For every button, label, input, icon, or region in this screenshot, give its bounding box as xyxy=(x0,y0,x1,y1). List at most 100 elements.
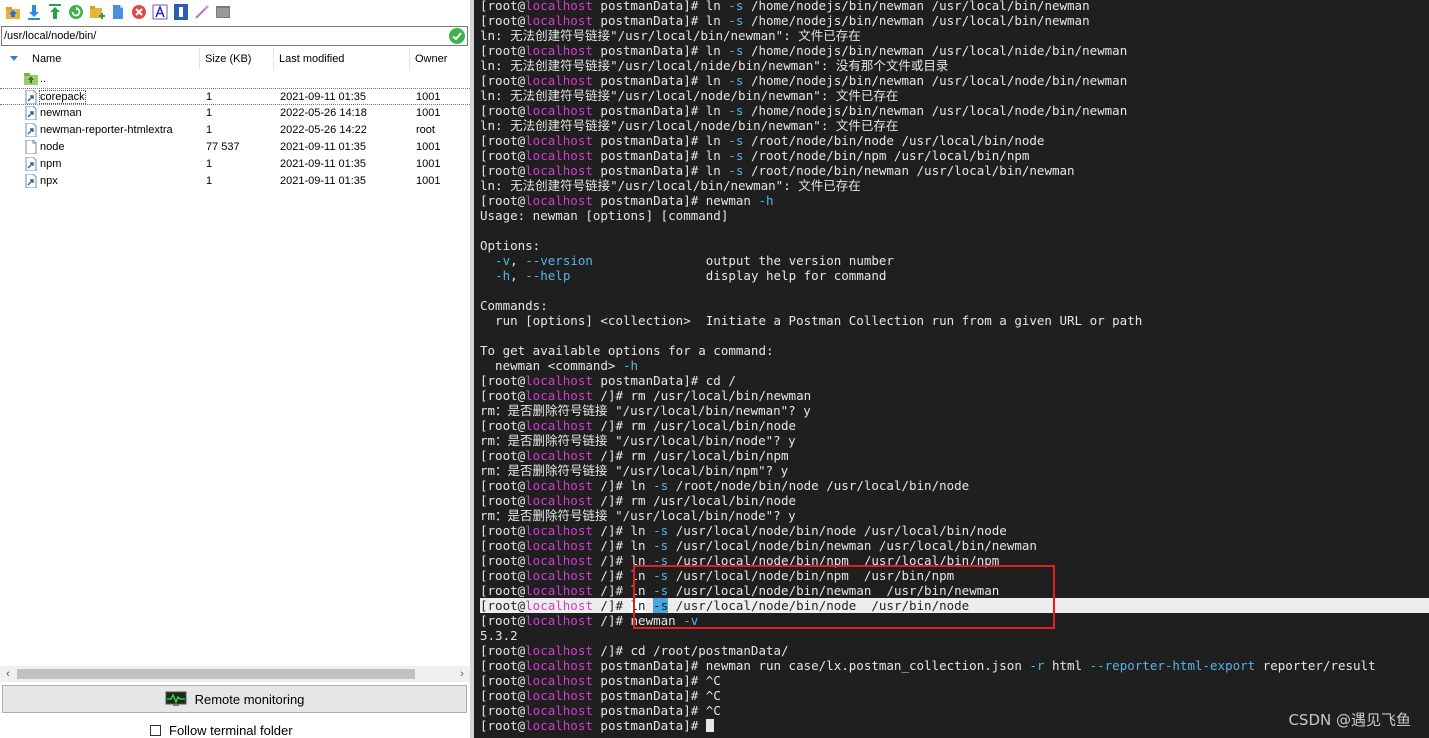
horizontal-scrollbar[interactable]: ‹ › xyxy=(0,666,470,682)
file-row-parent[interactable]: .. xyxy=(0,71,470,88)
terminal-line: rm：是否删除符号链接 "/usr/local/bin/node"? y xyxy=(480,433,1429,448)
terminal-text: [root@ xyxy=(480,43,526,58)
terminal-text: postmanData]# ln xyxy=(592,43,729,58)
terminal-text: [root@ xyxy=(480,448,526,463)
terminal-line: Commands: xyxy=(480,298,1429,313)
terminal-text: postmanData]# ^C xyxy=(592,703,721,718)
cli-flag: --version xyxy=(525,253,593,268)
terminal-line: [root@localhost /]# ln -s /usr/local/nod… xyxy=(480,553,1429,568)
terminal-line: -h, --help display help for command xyxy=(480,268,1429,283)
terminal-text: /]# rm /usr/local/bin/newman xyxy=(592,388,812,403)
terminal-text: /home/nodejs/bin/newman /usr/local/bin/n… xyxy=(743,0,1090,13)
terminal-line: [root@localhost postmanData]# cd / xyxy=(480,373,1429,388)
cli-flag: -h xyxy=(758,193,774,208)
file-list: .. corepack 1 2021-09-11 01:35 1001 newm… xyxy=(0,71,470,661)
terminal-text: /home/nodejs/bin/newman /usr/local/nide/… xyxy=(743,43,1128,58)
file-row-npx[interactable]: npx 1 2021-09-11 01:35 1001 xyxy=(0,173,470,190)
symlink-file-icon xyxy=(25,174,37,188)
terminal-line: To get available options for a command: xyxy=(480,343,1429,358)
scroll-right-icon[interactable]: › xyxy=(456,668,468,680)
terminal-text: postmanData]# ^C xyxy=(592,688,721,703)
terminal-line: [root@localhost postmanData]# ^C xyxy=(480,673,1429,688)
terminal-line: [root@localhost postmanData]# ln -s /hom… xyxy=(480,13,1429,28)
column-owner[interactable]: Owner xyxy=(410,48,470,70)
terminal-text: display help for command xyxy=(570,268,887,283)
file-row-node[interactable]: node 77 537 2021-09-11 01:35 1001 xyxy=(0,139,470,156)
terminal-text: [root@ xyxy=(480,703,526,718)
terminal-line: Options: xyxy=(480,238,1429,253)
terminal-text: [root@ xyxy=(480,598,526,613)
hostname: localhost xyxy=(525,553,593,568)
terminal-line: rm：是否删除符号链接 "/usr/local/bin/npm"? y xyxy=(480,463,1429,478)
hostname: localhost xyxy=(525,373,593,388)
terminal-text: postmanData]# ln xyxy=(592,0,729,13)
properties-icon[interactable] xyxy=(172,3,190,21)
terminal-text: rm：是否删除符号链接 "/usr/local/bin/node"? y xyxy=(480,433,796,448)
file-row-corepack[interactable]: corepack 1 2021-09-11 01:35 1001 xyxy=(0,88,470,105)
terminal-line: [root@localhost /]# ln -s /usr/local/nod… xyxy=(480,583,1429,598)
path-input[interactable] xyxy=(4,28,444,44)
edit-icon[interactable] xyxy=(193,3,211,21)
terminal-text: /root/node/bin/npm /usr/local/bin/npm xyxy=(743,148,1030,163)
upload-icon[interactable] xyxy=(46,3,64,21)
cli-flag: -s xyxy=(728,148,744,163)
terminal-line: ln: 无法创建符号链接"/usr/local/node/bin/newman"… xyxy=(480,118,1429,133)
terminal-text: [root@ xyxy=(480,193,526,208)
scrollbar-thumb[interactable] xyxy=(17,669,415,679)
delete-icon[interactable] xyxy=(130,3,148,21)
terminal-text: postmanData]# ln xyxy=(592,133,729,148)
terminal-line: [root@localhost postmanData]# ln -s /roo… xyxy=(480,148,1429,163)
rename-icon[interactable] xyxy=(151,3,169,21)
download-icon[interactable] xyxy=(25,3,43,21)
cli-flag: -s xyxy=(728,163,744,178)
hostname: localhost xyxy=(525,538,593,553)
file-row-newman[interactable]: newman 1 2022-05-26 14:18 1001 xyxy=(0,105,470,122)
follow-terminal-checkbox[interactable] xyxy=(150,725,161,736)
terminal-text: [root@ xyxy=(480,133,526,148)
go-up-icon[interactable] xyxy=(4,3,22,21)
terminal-text: /]# rm /usr/local/bin/node xyxy=(592,493,797,508)
file-row-npm[interactable]: npm 1 2021-09-11 01:35 1001 xyxy=(0,156,470,173)
terminal-text: reporter/result xyxy=(1255,658,1376,673)
terminal-text: [root@ xyxy=(480,103,526,118)
terminal-text: run [options] <collection> Initiate a Po… xyxy=(480,313,1143,328)
cli-flag: -s xyxy=(653,583,669,598)
hostname: localhost xyxy=(525,43,593,58)
column-name[interactable]: Name xyxy=(0,48,200,70)
terminal-text: [root@ xyxy=(480,643,526,658)
scroll-left-icon[interactable]: ‹ xyxy=(2,668,14,680)
cli-flag: -s xyxy=(728,103,744,118)
column-modified[interactable]: Last modified xyxy=(274,48,410,70)
hostname: localhost xyxy=(525,448,593,463)
hostname: localhost xyxy=(525,523,593,538)
refresh-icon[interactable] xyxy=(67,3,85,21)
terminal-text: /]# ln xyxy=(592,568,654,583)
terminal-line: [root@localhost /]# ln -s /usr/local/nod… xyxy=(480,538,1429,553)
cli-flag: --reporter-html-export xyxy=(1089,658,1256,673)
terminal-text: To get available options for a command: xyxy=(480,343,774,358)
follow-terminal-folder[interactable]: Follow terminal folder xyxy=(150,723,293,738)
column-size[interactable]: Size (KB) xyxy=(200,48,274,70)
terminal-text: [root@ xyxy=(480,718,526,733)
path-confirm-icon[interactable] xyxy=(449,28,465,44)
file-browser-pane: Name Size (KB) Last modified Owner .. co… xyxy=(0,0,470,738)
terminal-pane[interactable]: [root@localhost postmanData]# ln -s /hom… xyxy=(474,0,1429,738)
terminal-text: output the version number xyxy=(592,253,894,268)
new-file-icon[interactable] xyxy=(109,3,127,21)
terminal-line: [root@localhost /]# rm /usr/local/bin/no… xyxy=(480,418,1429,433)
terminal-icon[interactable] xyxy=(214,3,232,21)
new-folder-icon[interactable] xyxy=(88,3,106,21)
terminal-line: newman <command> -h xyxy=(480,358,1429,373)
terminal-text: postmanData]# ^C xyxy=(592,673,721,688)
file-row-newman-reporter-htmlextra[interactable]: newman-reporter-htmlextra 1 2022-05-26 1… xyxy=(0,122,470,139)
symlink-file-icon xyxy=(25,123,37,137)
remote-monitoring-button[interactable]: Remote monitoring xyxy=(2,685,467,713)
terminal-text: , xyxy=(510,268,526,283)
terminal-text: [root@ xyxy=(480,418,526,433)
terminal-text: /root/node/bin/node /usr/local/bin/node xyxy=(668,478,970,493)
path-bar xyxy=(1,26,468,46)
cli-flag: -h xyxy=(495,268,511,283)
symlink-file-icon xyxy=(25,90,37,104)
terminal-text: postmanData]# ln xyxy=(592,163,729,178)
